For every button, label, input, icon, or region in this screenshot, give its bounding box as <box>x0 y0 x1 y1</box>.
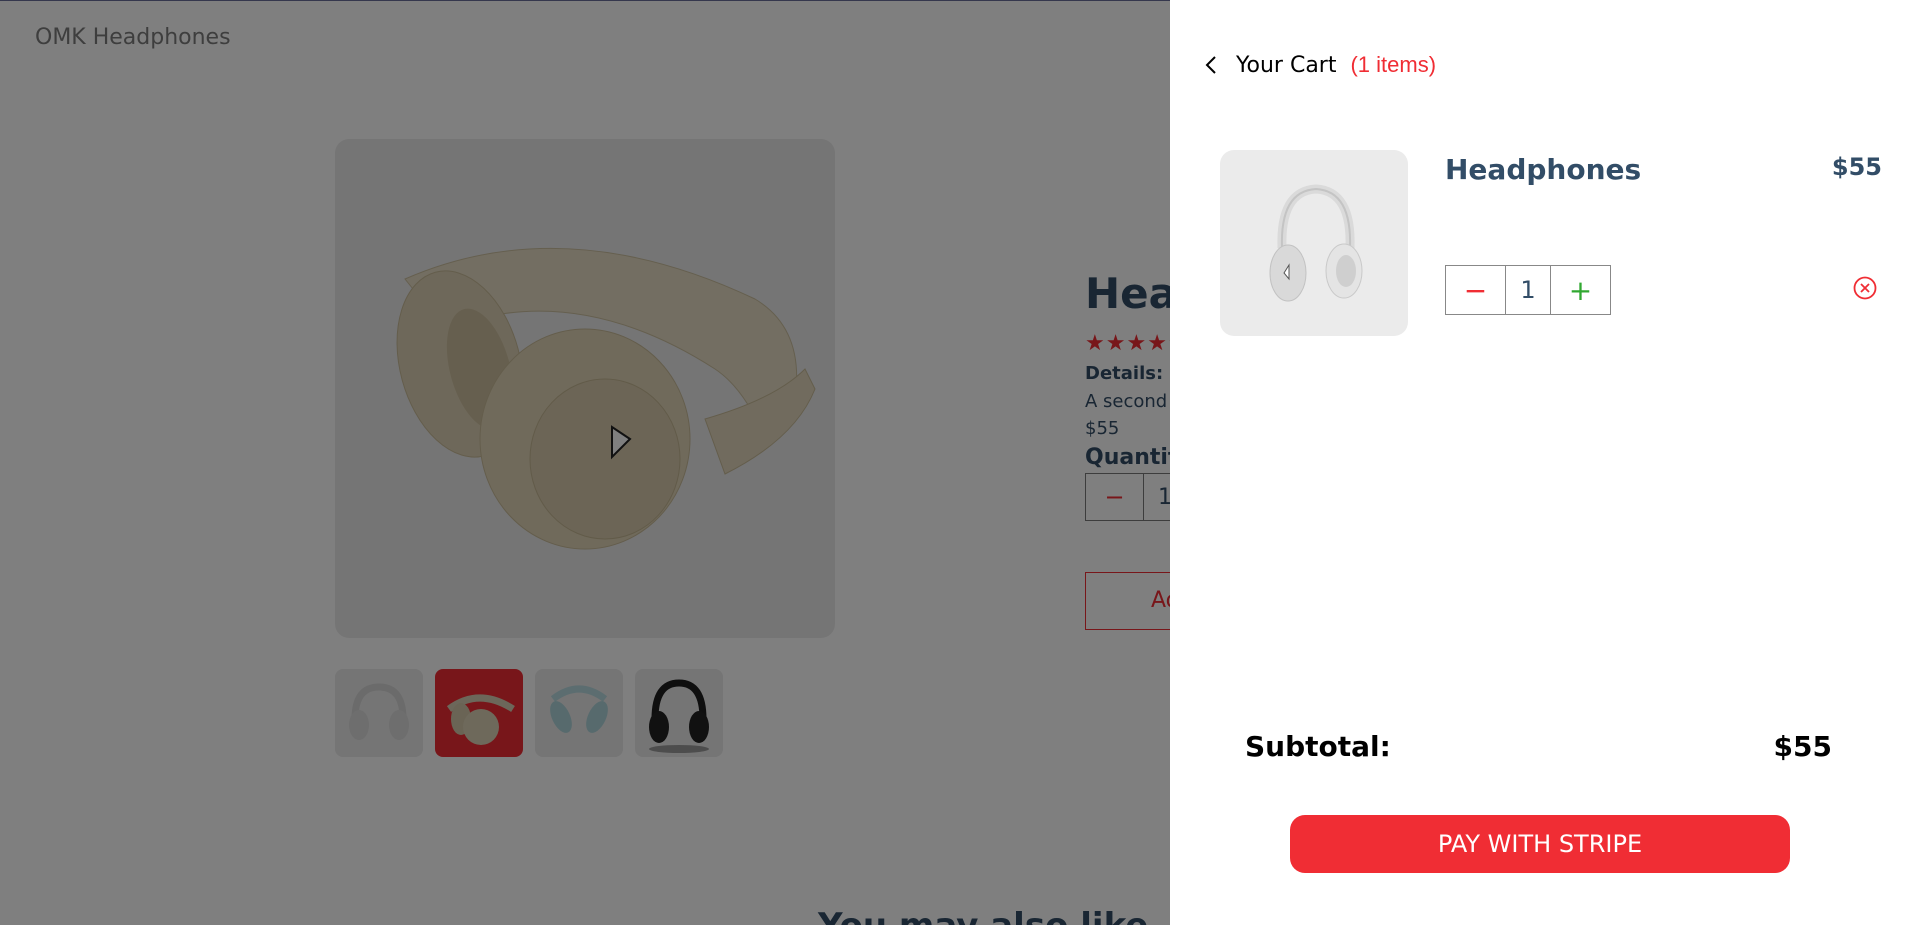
cart-heading: Your Cart <box>1236 52 1337 78</box>
cart-item-image <box>1220 150 1408 336</box>
remove-item-icon[interactable] <box>1852 275 1878 301</box>
cart-panel: Your Cart (1 items) Headphones $55 − 1 +… <box>1170 0 1918 925</box>
subtotal-label: Subtotal: <box>1245 730 1391 763</box>
cart-back-button[interactable]: Your Cart (1 items) <box>1200 52 1436 78</box>
pay-with-stripe-button[interactable]: PAY WITH STRIPE <box>1290 815 1790 873</box>
increase-quantity-button[interactable]: + <box>1550 266 1610 314</box>
cart-item-name: Headphones <box>1445 153 1642 186</box>
chevron-left-icon <box>1205 56 1216 74</box>
subtotal-value: $55 <box>1773 730 1832 763</box>
cart-item-count: (1 items) <box>1350 52 1437 77</box>
decrease-quantity-button[interactable]: − <box>1446 266 1506 314</box>
cart-item-price: $55 <box>1831 153 1882 181</box>
cart-item-quantity: 1 <box>1520 276 1536 304</box>
quantity-stepper: − 1 + <box>1445 265 1611 315</box>
